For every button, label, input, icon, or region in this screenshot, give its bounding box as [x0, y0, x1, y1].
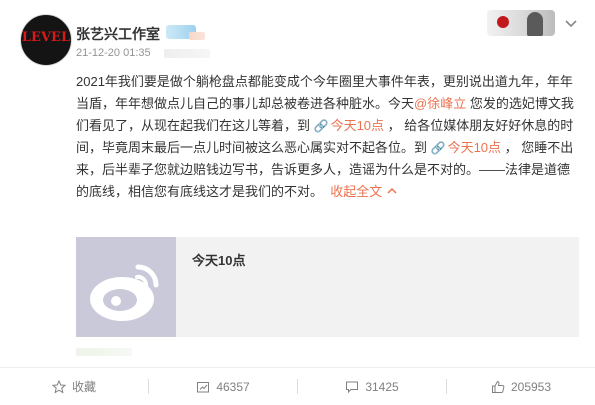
blurred-source — [164, 49, 210, 58]
star-icon — [51, 379, 66, 394]
chevron-down-icon — [565, 20, 577, 28]
comment-count: 31425 — [365, 379, 399, 394]
collapse-label: 收起全文 — [330, 184, 383, 199]
like-count: 205953 — [510, 379, 552, 394]
username[interactable]: 张艺兴工作室 — [76, 24, 160, 44]
favorite-button[interactable]: 收藏 — [0, 368, 148, 405]
link-icon: 🔗 — [430, 141, 446, 155]
like-button[interactable]: 205953 — [447, 368, 595, 405]
avatar-logo-text: LEVEL — [21, 30, 71, 45]
blurred-badge — [189, 32, 205, 40]
blurred-text — [76, 348, 132, 356]
comment-icon — [346, 381, 359, 393]
thumbnail-person — [527, 12, 543, 36]
repost-button[interactable]: 46357 — [149, 368, 297, 405]
mention-link[interactable]: @徐峰立 — [414, 96, 466, 111]
embedded-card[interactable]: 今天10点 — [76, 237, 579, 337]
link-icon: 🔗 — [313, 119, 329, 133]
collapse-button[interactable]: 收起全文 — [323, 184, 398, 199]
thumbnail-logo — [497, 16, 509, 28]
avatar[interactable]: LEVEL — [20, 14, 72, 66]
header-thumbnail[interactable] — [487, 10, 555, 36]
repost-count: 46357 — [216, 379, 250, 394]
weibo-logo-icon — [90, 264, 159, 321]
topic-link-label: 今天10点 — [447, 140, 502, 155]
embed-title: 今天10点 — [192, 253, 246, 268]
embed-thumbnail — [76, 237, 176, 337]
weibo-post-card: LEVEL 张艺兴工作室 21-12-20 01:35 2021年我们要是做个躺… — [0, 0, 595, 405]
topic-link[interactable]: 🔗 今天10点 — [431, 140, 501, 155]
action-bar: 收藏 46357 31425 205953 — [0, 367, 595, 405]
repost-icon — [197, 381, 210, 392]
thumbs-up-icon — [491, 380, 505, 393]
favorite-label: 收藏 — [71, 380, 96, 394]
chevron-up-icon — [387, 187, 397, 194]
topic-link-label: 今天10点 — [330, 118, 385, 133]
post-text: 2021年我们要是做个躺枪盘点都能变成个今年圈里大事件年表，更别说出道九年，年年… — [76, 71, 580, 203]
post-timestamp[interactable]: 21-12-20 01:35 — [76, 47, 151, 59]
comment-button[interactable]: 31425 — [298, 368, 446, 405]
post-options-button[interactable] — [561, 14, 581, 34]
topic-link[interactable]: 🔗 今天10点 — [314, 118, 384, 133]
